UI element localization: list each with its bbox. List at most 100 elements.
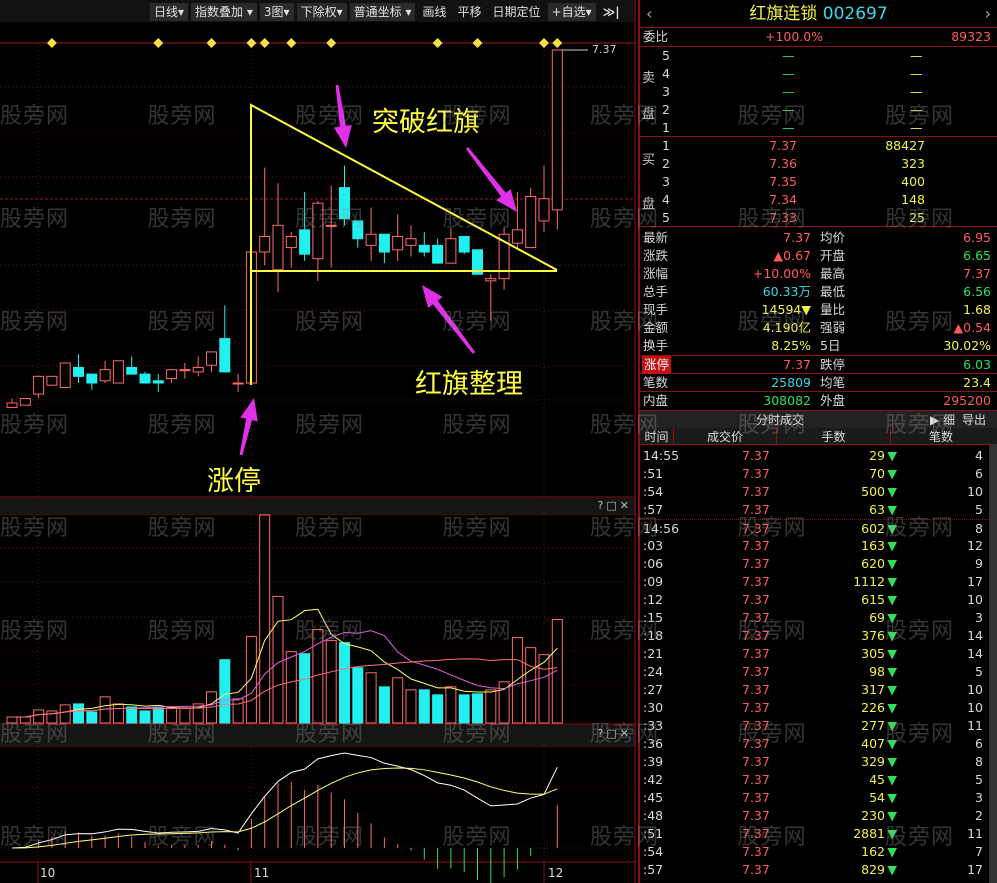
event-marker-icon[interactable] bbox=[326, 38, 337, 48]
stat-row: 涨幅 +10.00% 最高 7.37 bbox=[640, 265, 997, 283]
event-marker-icon[interactable] bbox=[246, 38, 257, 48]
event-marker-icon[interactable] bbox=[432, 38, 443, 48]
candle bbox=[405, 238, 417, 246]
down-arrow-icon: ▼ bbox=[887, 538, 897, 553]
buy-level[interactable]: 5 7.33 25 bbox=[640, 209, 997, 227]
volume-panel-buttons[interactable]: ?□✕ bbox=[598, 499, 632, 512]
event-marker-icon[interactable] bbox=[286, 38, 297, 48]
period-label: 日线 bbox=[154, 5, 179, 19]
date-locate-button[interactable]: 日期定位 bbox=[489, 3, 545, 21]
tick-time: :42 bbox=[643, 772, 664, 787]
weicha-value: 89323 bbox=[951, 29, 991, 44]
stat-label: 金额 bbox=[643, 320, 669, 335]
tick-volume: 230 bbox=[861, 808, 885, 823]
stat-value: 6.65 bbox=[963, 248, 991, 263]
event-marker-icon[interactable] bbox=[46, 38, 57, 48]
sell-level[interactable]: 4 — — bbox=[640, 65, 997, 83]
col-volume[interactable]: 手数 bbox=[777, 428, 891, 444]
buy-level[interactable]: 3 7.35 400 bbox=[640, 173, 997, 191]
export-button[interactable]: 导出 bbox=[962, 411, 986, 429]
candle bbox=[166, 369, 178, 380]
outer-value: 295200 bbox=[943, 393, 991, 408]
event-marker-icon[interactable] bbox=[259, 38, 270, 48]
level-number: 2 bbox=[662, 102, 670, 117]
candle bbox=[378, 233, 390, 253]
candle bbox=[139, 373, 151, 384]
col-count[interactable]: 笔数 bbox=[891, 428, 991, 444]
event-marker-icon[interactable] bbox=[552, 38, 563, 48]
watchlist-dropdown[interactable]: +自选▾ bbox=[547, 3, 596, 21]
volume-bar bbox=[365, 672, 377, 724]
tick-volume: 329 bbox=[861, 754, 885, 769]
next-stock-icon[interactable]: › bbox=[985, 0, 991, 28]
tick-volume: 162 bbox=[861, 844, 885, 859]
junbi-label: 均笔 bbox=[820, 375, 846, 390]
tick-price: 7.37 bbox=[742, 808, 770, 823]
tick-row: :21 7.37 305 ▼ 14 bbox=[640, 645, 997, 663]
level-volume: 148 bbox=[901, 192, 925, 207]
level-price: 7.33 bbox=[769, 210, 797, 225]
volume-bar bbox=[73, 703, 84, 724]
axis-dropdown[interactable]: 普通坐标 ▾ bbox=[349, 3, 416, 21]
event-marker-icon[interactable] bbox=[153, 38, 164, 48]
down-arrow-icon: ▼ bbox=[887, 862, 897, 877]
tick-price: 7.37 bbox=[742, 772, 770, 787]
exright-dropdown[interactable]: 下除权▾ bbox=[296, 3, 347, 21]
tick-volume: 376 bbox=[861, 628, 885, 643]
layout-dropdown[interactable]: 3图▾ bbox=[259, 3, 294, 21]
prev-stock-icon[interactable]: ‹ bbox=[646, 0, 652, 28]
level-volume: 400 bbox=[901, 174, 925, 189]
tick-time: 14:56 bbox=[643, 521, 680, 536]
tick-count: 2 bbox=[975, 808, 983, 823]
event-marker-icon[interactable] bbox=[539, 38, 549, 48]
sell-level[interactable]: 3 — — bbox=[640, 83, 997, 101]
inner-value: 308082 bbox=[763, 393, 811, 408]
col-time[interactable]: 时间 bbox=[640, 428, 674, 444]
weibi-value: +100.0% bbox=[765, 29, 824, 44]
stat-label: 现手 bbox=[643, 302, 669, 317]
level-volume: — bbox=[910, 120, 923, 135]
buy-level[interactable]: 1 7.37 88427 bbox=[640, 137, 997, 155]
pan-button[interactable]: 平移 bbox=[454, 3, 486, 21]
pan-row: 内盘 308082 外盘 295200 bbox=[640, 392, 997, 410]
stat-value: 4.190亿 bbox=[762, 320, 811, 335]
kline-chart[interactable] bbox=[0, 0, 636, 883]
candle bbox=[432, 244, 444, 264]
tick-count: 17 bbox=[967, 862, 983, 877]
ticks-scrollbar[interactable] bbox=[989, 444, 997, 883]
tick-price: 7.37 bbox=[742, 592, 770, 607]
event-marker-icon[interactable] bbox=[206, 38, 217, 48]
tick-time: :09 bbox=[643, 574, 664, 589]
buy-level[interactable]: 2 7.36 323 bbox=[640, 155, 997, 173]
macd-panel-buttons[interactable]: ?□✕ bbox=[598, 727, 632, 740]
level-volume: — bbox=[910, 102, 923, 117]
draw-button[interactable]: 画线 bbox=[418, 3, 450, 21]
annotation-arrow-icon bbox=[239, 398, 258, 456]
tick-volume: 277 bbox=[861, 718, 885, 733]
col-price[interactable]: 成交价 bbox=[674, 428, 777, 444]
tick-time: :03 bbox=[643, 538, 664, 553]
tick-count: 10 bbox=[967, 484, 983, 499]
volume-bar bbox=[551, 619, 563, 724]
sell-level[interactable]: 5 — — bbox=[640, 47, 997, 65]
tick-time: :06 bbox=[643, 556, 664, 571]
buy-level[interactable]: 4 7.34 148 bbox=[640, 191, 997, 209]
period-dropdown[interactable]: 日线▾ bbox=[150, 3, 189, 21]
tick-price: 7.37 bbox=[742, 718, 770, 733]
skip-to-end-icon[interactable]: ≫| bbox=[599, 3, 624, 21]
tick-count: 10 bbox=[967, 682, 983, 697]
sell-level[interactable]: 1 — — bbox=[640, 119, 997, 137]
event-marker-icon[interactable] bbox=[472, 38, 483, 48]
tick-count: 6 bbox=[975, 736, 983, 751]
stat-label: 最低 bbox=[820, 284, 846, 299]
sell-level[interactable]: 2 — — bbox=[640, 101, 997, 119]
tick-count: 10 bbox=[967, 592, 983, 607]
volume-bar bbox=[405, 689, 417, 724]
stat-value: 30.02% bbox=[943, 338, 991, 353]
detail-label: 细 bbox=[943, 413, 956, 427]
volume-bar bbox=[33, 709, 45, 724]
index-overlay-dropdown[interactable]: 指数叠加 ▾ bbox=[191, 3, 257, 21]
candle bbox=[418, 244, 430, 253]
candle bbox=[206, 351, 217, 366]
detail-button[interactable]: ▶ 细 bbox=[930, 411, 955, 429]
